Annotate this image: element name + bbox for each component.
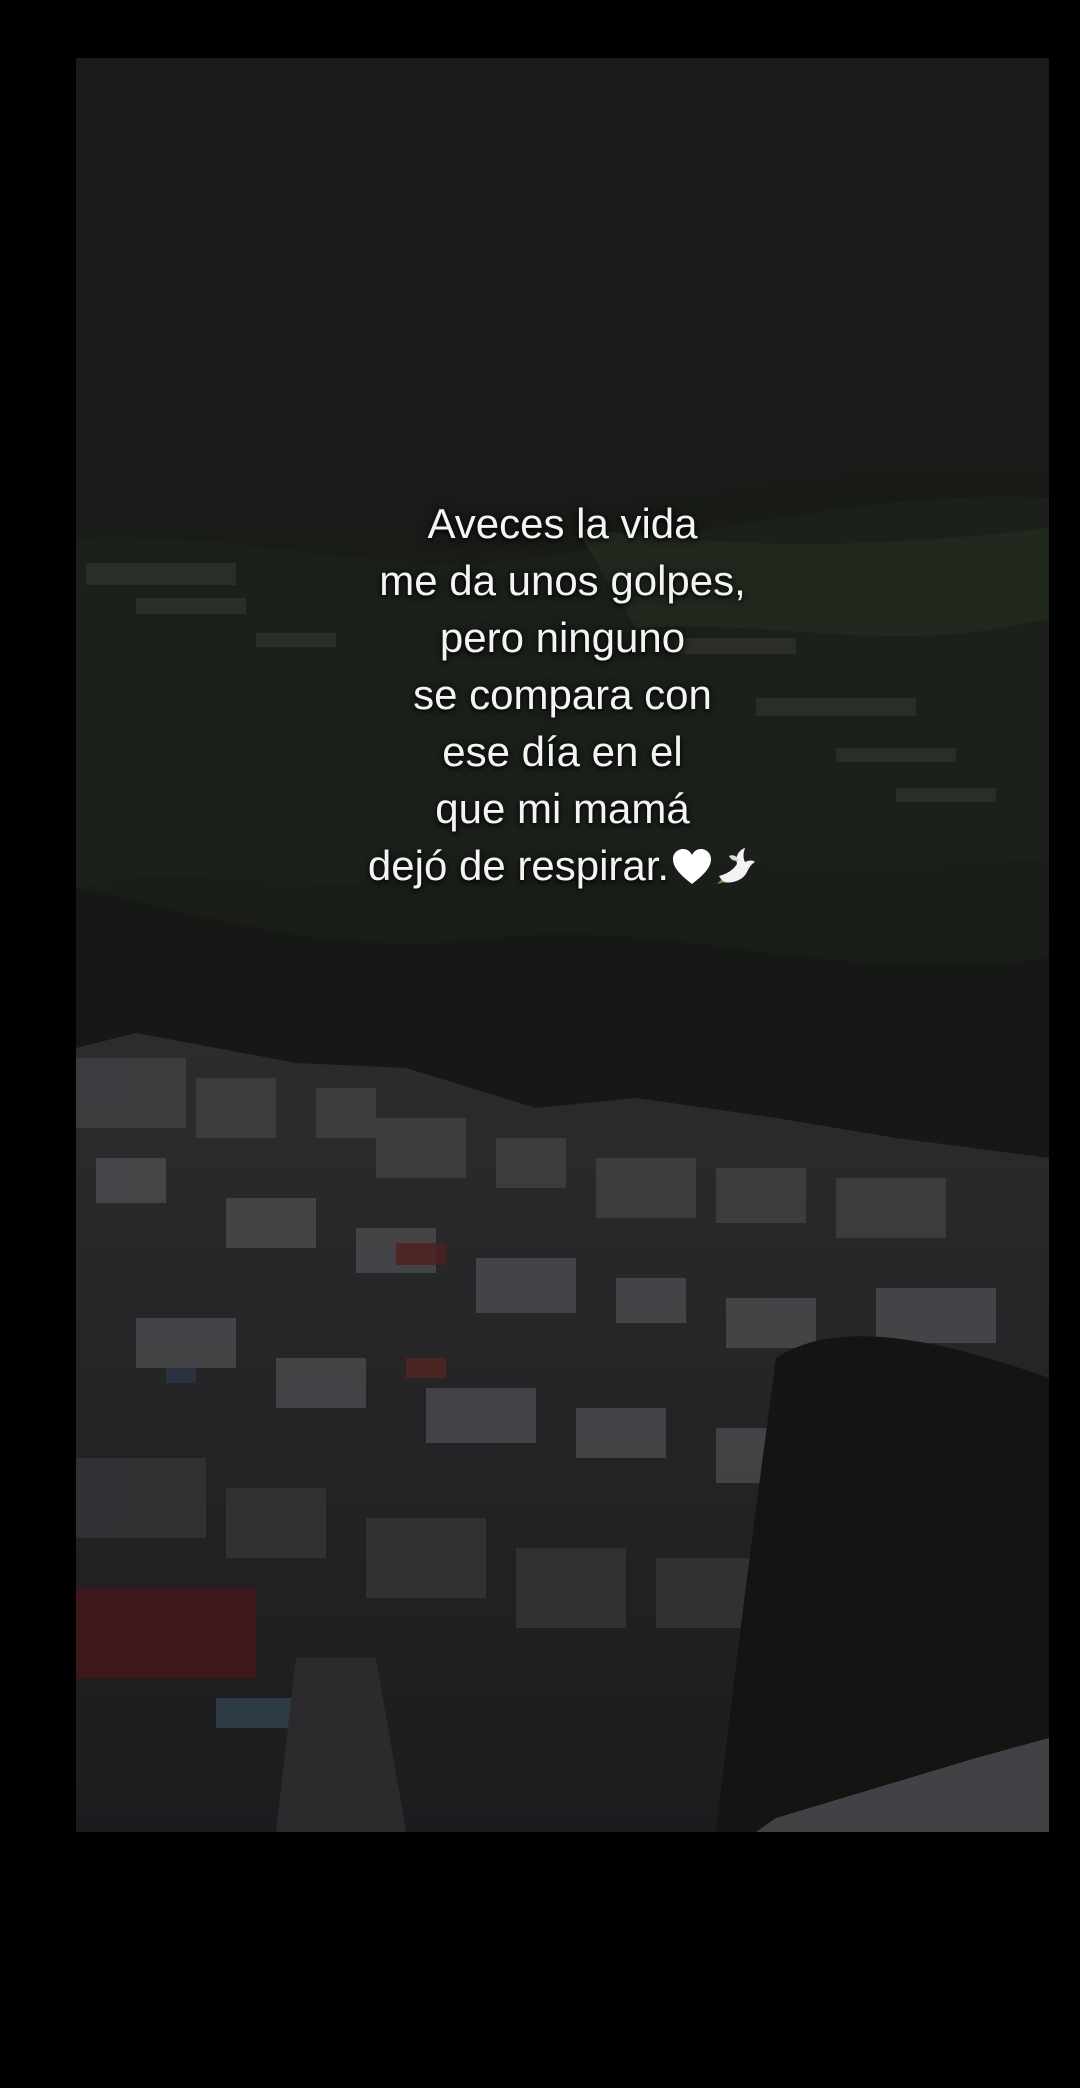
caption-line-5: ese día en el: [442, 728, 683, 775]
video-frame: Aveces la vida me da unos golpes, pero n…: [76, 58, 1049, 1832]
caption-line-7-text: dejó de respirar.: [367, 842, 670, 889]
caption-line-1: Aveces la vida: [427, 500, 698, 547]
caption: Aveces la vida me da unos golpes, pero n…: [76, 495, 1049, 900]
caption-line-4: se compara con: [413, 671, 712, 718]
white-heart-icon: [671, 843, 713, 900]
caption-line-3: pero ninguno: [439, 614, 686, 661]
town-mountain-photo: [76, 58, 1049, 1832]
dove-icon: [715, 843, 757, 900]
caption-line-7: dejó de respirar.: [76, 837, 1049, 900]
caption-line-2: me da unos golpes,: [379, 557, 746, 604]
caption-line-6: que mi mamá: [435, 785, 690, 832]
